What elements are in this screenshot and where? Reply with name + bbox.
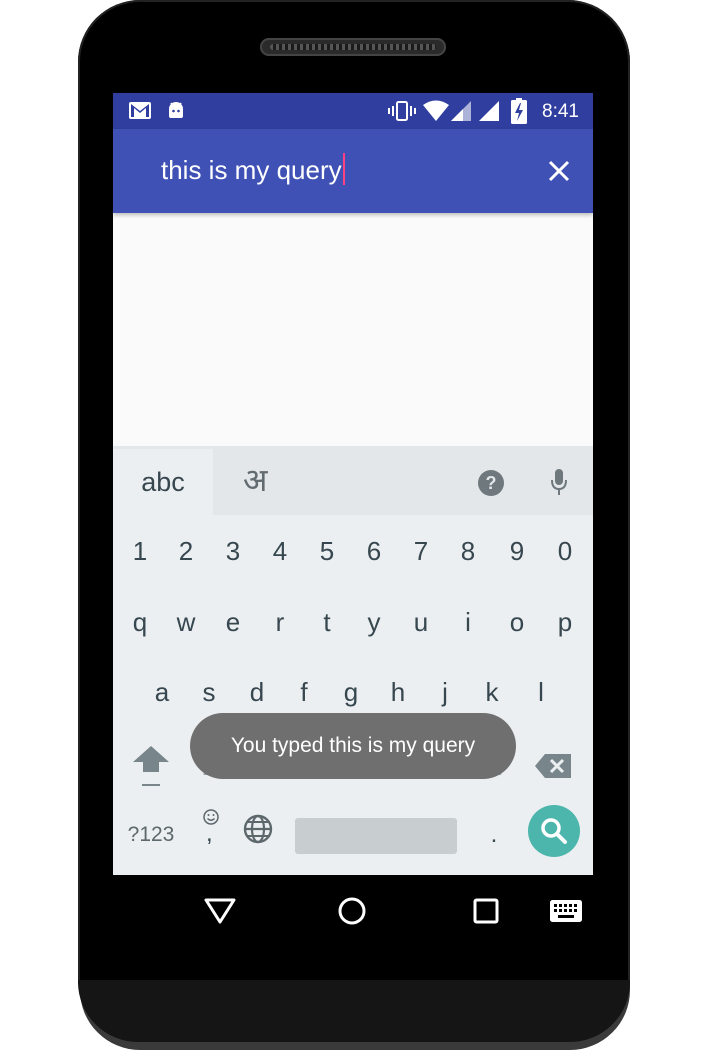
key-5[interactable]: 5 xyxy=(304,528,350,574)
clear-search-button[interactable] xyxy=(543,155,575,187)
key-u[interactable]: u xyxy=(398,599,444,645)
phone-speaker xyxy=(260,38,446,56)
status-time: 8:41 xyxy=(542,101,579,122)
back-triangle-icon xyxy=(204,898,236,924)
period-key[interactable]: . xyxy=(471,812,517,858)
search-toolbar: this is my query xyxy=(113,129,593,213)
keyboard-icon xyxy=(550,900,582,922)
keyboard-toolbar: abc अ ? xyxy=(113,446,593,515)
symbols-key[interactable]: ?123 xyxy=(121,812,181,858)
key-o[interactable]: o xyxy=(494,599,540,645)
key-3[interactable]: 3 xyxy=(210,528,256,574)
key-7[interactable]: 7 xyxy=(398,528,444,574)
key-1[interactable]: 1 xyxy=(117,528,163,574)
key-4[interactable]: 4 xyxy=(257,528,303,574)
key-h[interactable]: h xyxy=(375,669,421,715)
key-i[interactable]: i xyxy=(445,599,491,645)
key-q[interactable]: q xyxy=(117,599,163,645)
gmail-icon xyxy=(129,102,151,119)
home-button[interactable] xyxy=(337,896,367,926)
shift-key[interactable] xyxy=(131,742,171,790)
key-e[interactable]: e xyxy=(210,599,256,645)
key-0[interactable]: 0 xyxy=(542,528,588,574)
key-w[interactable]: w xyxy=(163,599,209,645)
globe-icon[interactable] xyxy=(242,813,274,845)
search-icon xyxy=(541,818,567,844)
recents-button[interactable] xyxy=(473,898,499,924)
key-g[interactable]: g xyxy=(328,669,374,715)
key-9[interactable]: 9 xyxy=(494,528,540,574)
space-bar[interactable] xyxy=(295,818,457,854)
key-k[interactable]: k xyxy=(469,669,515,715)
close-icon xyxy=(548,160,570,182)
search-input[interactable]: this is my query xyxy=(161,153,345,186)
key-f[interactable]: f xyxy=(281,669,327,715)
key-p[interactable]: p xyxy=(542,599,588,645)
back-button[interactable] xyxy=(203,897,237,925)
phone-chin xyxy=(78,980,630,1042)
signal-icon xyxy=(451,101,499,121)
key-r[interactable]: r xyxy=(257,599,303,645)
text-cursor xyxy=(342,153,345,185)
key-d[interactable]: d xyxy=(234,669,280,715)
keyboard-switch-button[interactable] xyxy=(550,900,582,922)
key-a[interactable]: a xyxy=(139,669,185,715)
vibrate-icon xyxy=(388,101,416,121)
soft-keyboard: abc अ ? 1 2 3 4 5 6 7 8 9 0 q w e r t y xyxy=(113,446,593,875)
key-t[interactable]: t xyxy=(304,599,350,645)
screen: 8:41 this is my query abc अ ? 1 2 3 4 5 … xyxy=(113,93,593,875)
key-2[interactable]: 2 xyxy=(163,528,209,574)
emoji-comma-key[interactable]: , xyxy=(199,806,223,856)
shift-icon xyxy=(133,746,169,772)
comma-label: , xyxy=(206,820,213,847)
key-l[interactable]: l xyxy=(518,669,564,715)
backspace-icon xyxy=(535,754,571,778)
tab-hindi[interactable]: अ xyxy=(243,458,267,501)
tab-abc[interactable]: abc xyxy=(113,449,213,515)
recents-square-icon xyxy=(473,898,499,924)
toast-message: You typed this is my query xyxy=(190,713,516,779)
search-key[interactable] xyxy=(528,805,580,857)
key-8[interactable]: 8 xyxy=(445,528,491,574)
key-6[interactable]: 6 xyxy=(351,528,397,574)
svg-text:?: ? xyxy=(486,473,497,493)
microphone-icon[interactable] xyxy=(549,467,569,497)
home-circle-icon xyxy=(338,897,366,925)
search-query-text: this is my query xyxy=(161,155,342,185)
battery-charging-icon xyxy=(511,98,527,124)
key-s[interactable]: s xyxy=(186,669,232,715)
status-bar: 8:41 xyxy=(113,93,593,129)
key-j[interactable]: j xyxy=(422,669,468,715)
backspace-key[interactable] xyxy=(535,752,573,780)
key-y[interactable]: y xyxy=(351,599,397,645)
wifi-icon xyxy=(423,100,449,121)
help-icon[interactable]: ? xyxy=(477,469,505,497)
android-icon xyxy=(169,102,183,118)
